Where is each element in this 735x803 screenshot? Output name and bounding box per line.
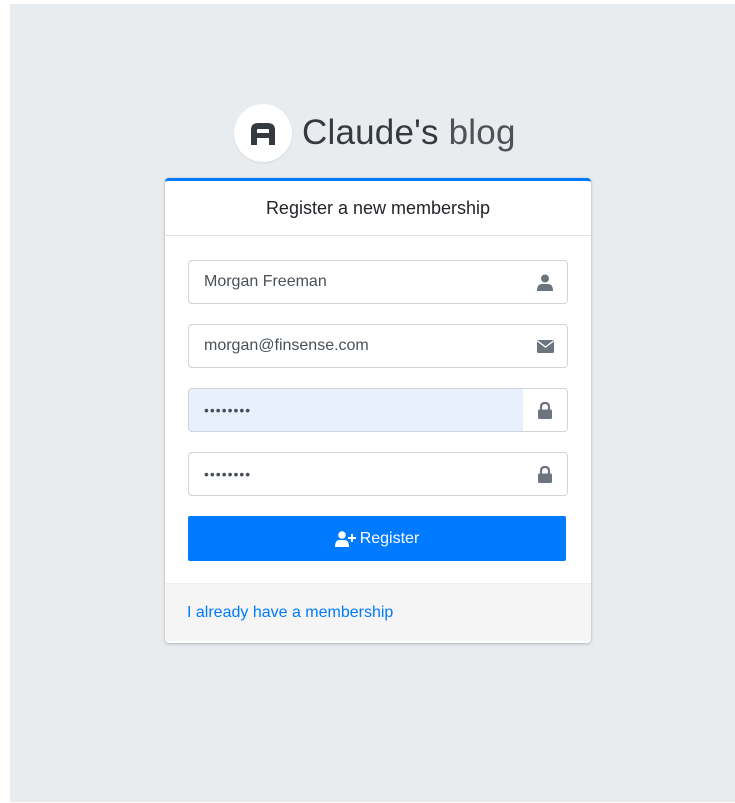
email-addon	[523, 325, 567, 367]
fullname-group	[188, 260, 568, 304]
password-group	[188, 388, 568, 432]
card-footer: I already have a membership	[165, 583, 591, 641]
card-header: Register a new membership	[165, 181, 591, 236]
brand[interactable]: Claude's blog	[234, 104, 516, 162]
login-link[interactable]: I already have a membership	[187, 604, 393, 622]
retype-password-input[interactable]	[189, 453, 523, 495]
brand-name-light: blog	[448, 113, 516, 152]
password-addon	[523, 389, 567, 431]
fullname-addon	[523, 261, 567, 303]
brand-logo-icon	[251, 123, 275, 145]
card-title: Register a new membership	[265, 197, 491, 218]
retype-password-addon	[523, 453, 567, 495]
fullname-input[interactable]	[189, 261, 523, 303]
brand-name: Claude's blog	[302, 113, 516, 153]
brand-logo	[234, 104, 292, 162]
user-icon	[537, 274, 553, 291]
password-input[interactable]	[189, 389, 523, 431]
user-plus-icon	[334, 530, 356, 547]
retype-password-group	[188, 452, 568, 496]
register-button[interactable]: Register	[188, 516, 566, 561]
lock-icon	[538, 465, 552, 483]
envelope-icon	[536, 339, 554, 353]
email-group	[188, 324, 568, 368]
email-input[interactable]	[189, 325, 523, 367]
page-background: Claude's blog Register a new membership	[10, 4, 735, 802]
brand-name-bold: Claude's	[302, 113, 439, 152]
register-card: Register a new membership Morgan Freeman…	[165, 178, 591, 643]
register-button-label: Register	[359, 529, 420, 547]
lock-icon	[538, 401, 552, 419]
register-form: Register	[165, 236, 591, 583]
